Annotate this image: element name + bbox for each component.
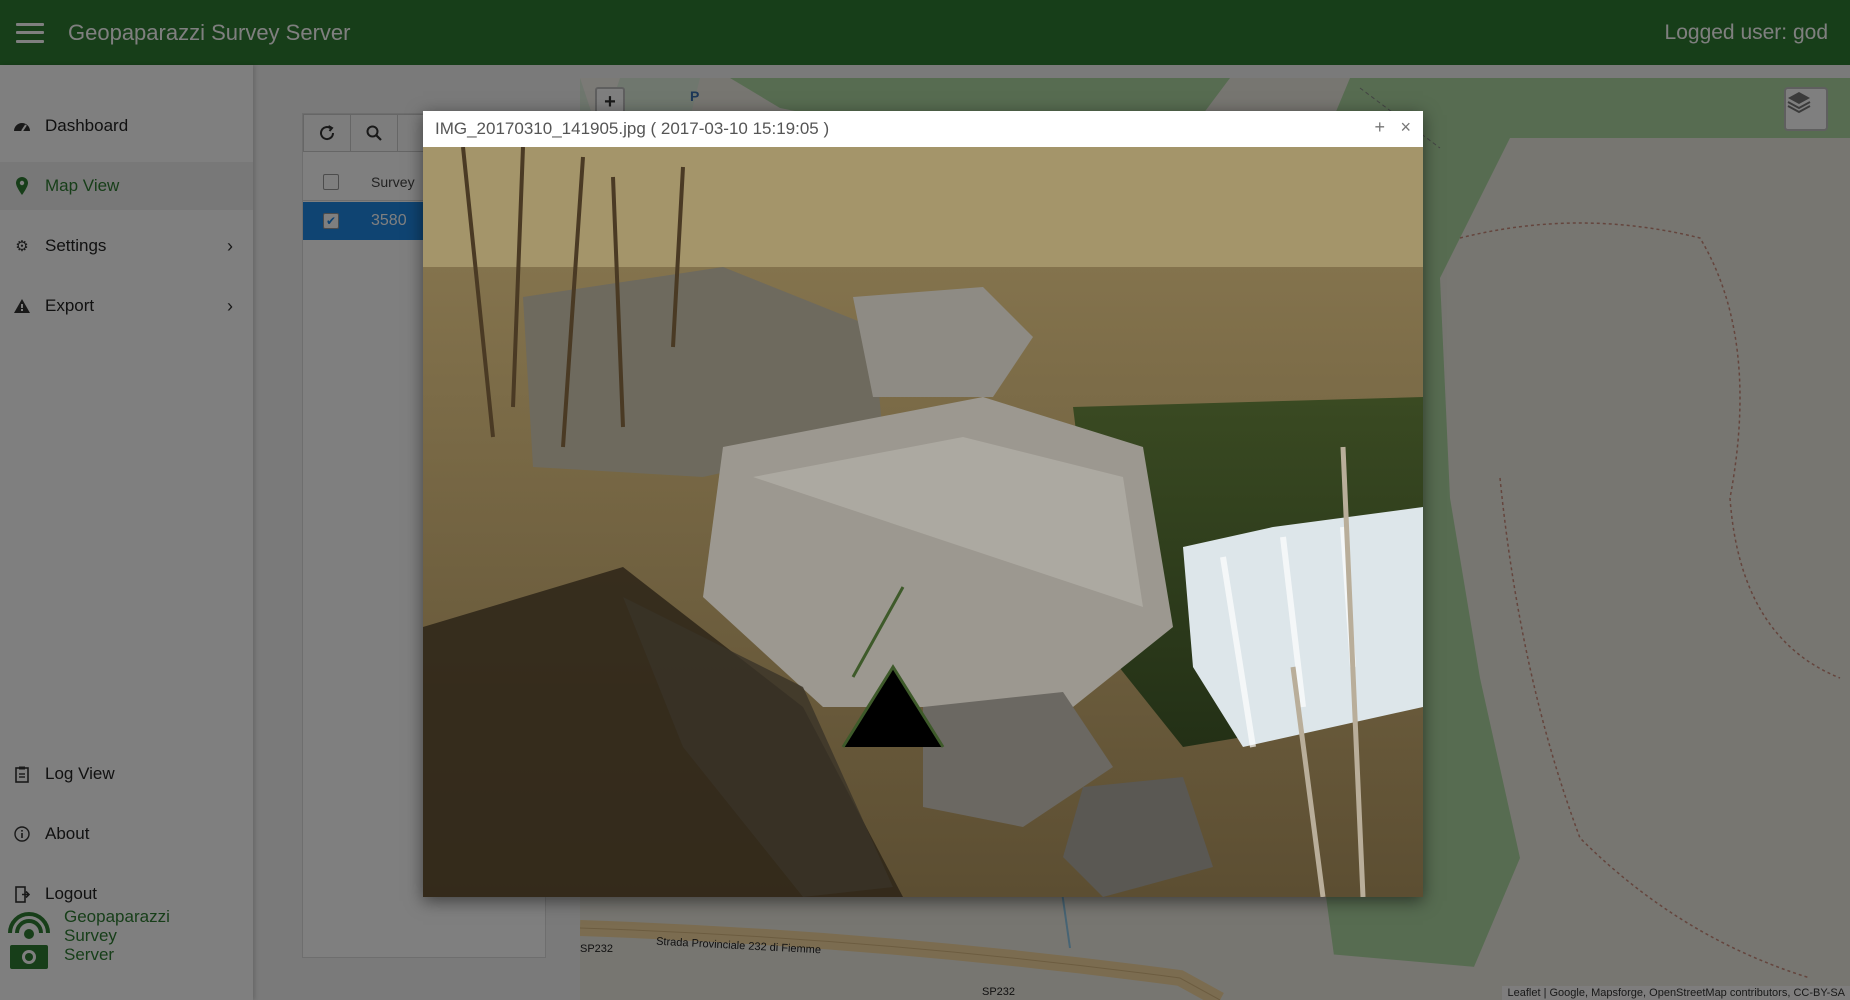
maximize-button[interactable]: + (1374, 117, 1385, 138)
photo-image (423, 147, 1423, 897)
close-button[interactable]: × (1400, 117, 1411, 138)
survey-photo (423, 147, 1423, 897)
dialog-header: IMG_20170310_141905.jpg ( 2017-03-10 15:… (423, 111, 1423, 147)
dialog-title: IMG_20170310_141905.jpg ( 2017-03-10 15:… (435, 119, 830, 138)
image-viewer-dialog: IMG_20170310_141905.jpg ( 2017-03-10 15:… (423, 111, 1423, 897)
